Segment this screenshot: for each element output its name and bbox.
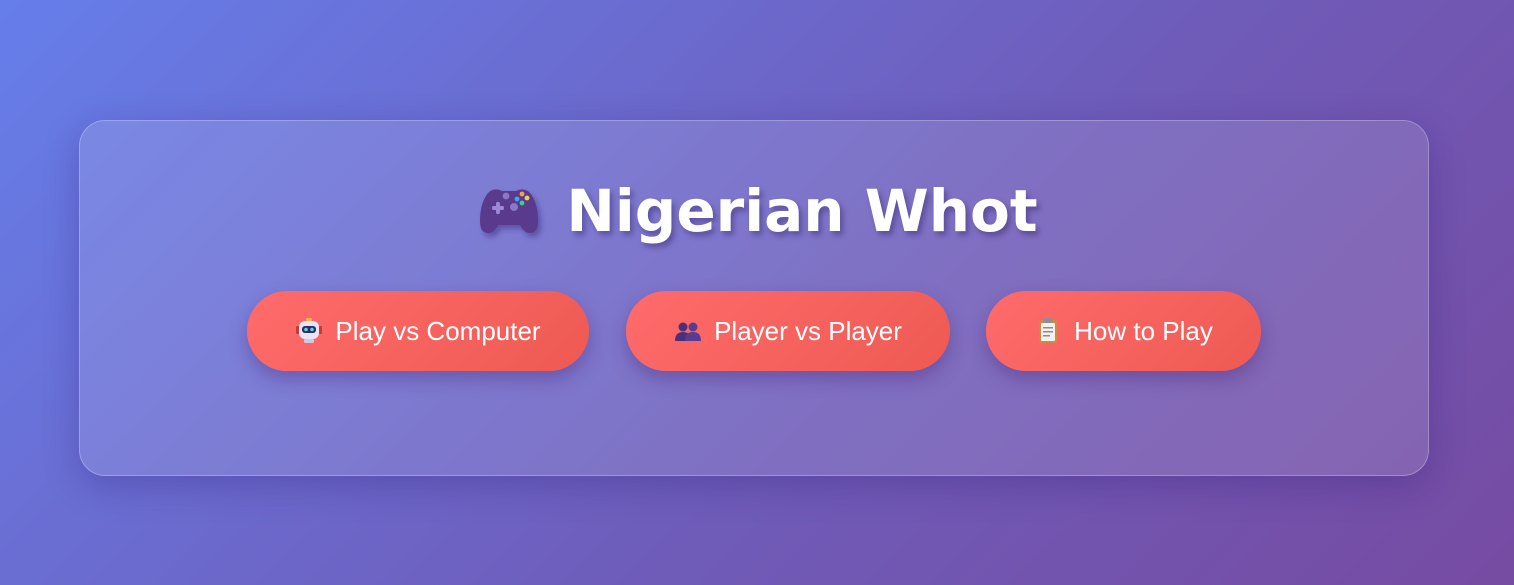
how-to-play-label: How to Play (1074, 315, 1213, 346)
title-row: Nigerian Whot (0, 176, 1514, 246)
player-vs-player-label: Player vs Player (714, 315, 902, 346)
play-vs-computer-label: Play vs Computer (335, 315, 541, 346)
game-controller-icon (476, 181, 542, 241)
how-to-play-button[interactable]: How to Play (986, 291, 1261, 371)
player-vs-player-button[interactable]: Player vs Player (626, 291, 950, 371)
robot-icon (295, 317, 323, 345)
two-players-icon (674, 317, 702, 345)
clipboard-icon (1034, 317, 1062, 345)
page-title: Nigerian Whot (566, 177, 1038, 245)
play-vs-computer-button[interactable]: Play vs Computer (247, 291, 589, 371)
